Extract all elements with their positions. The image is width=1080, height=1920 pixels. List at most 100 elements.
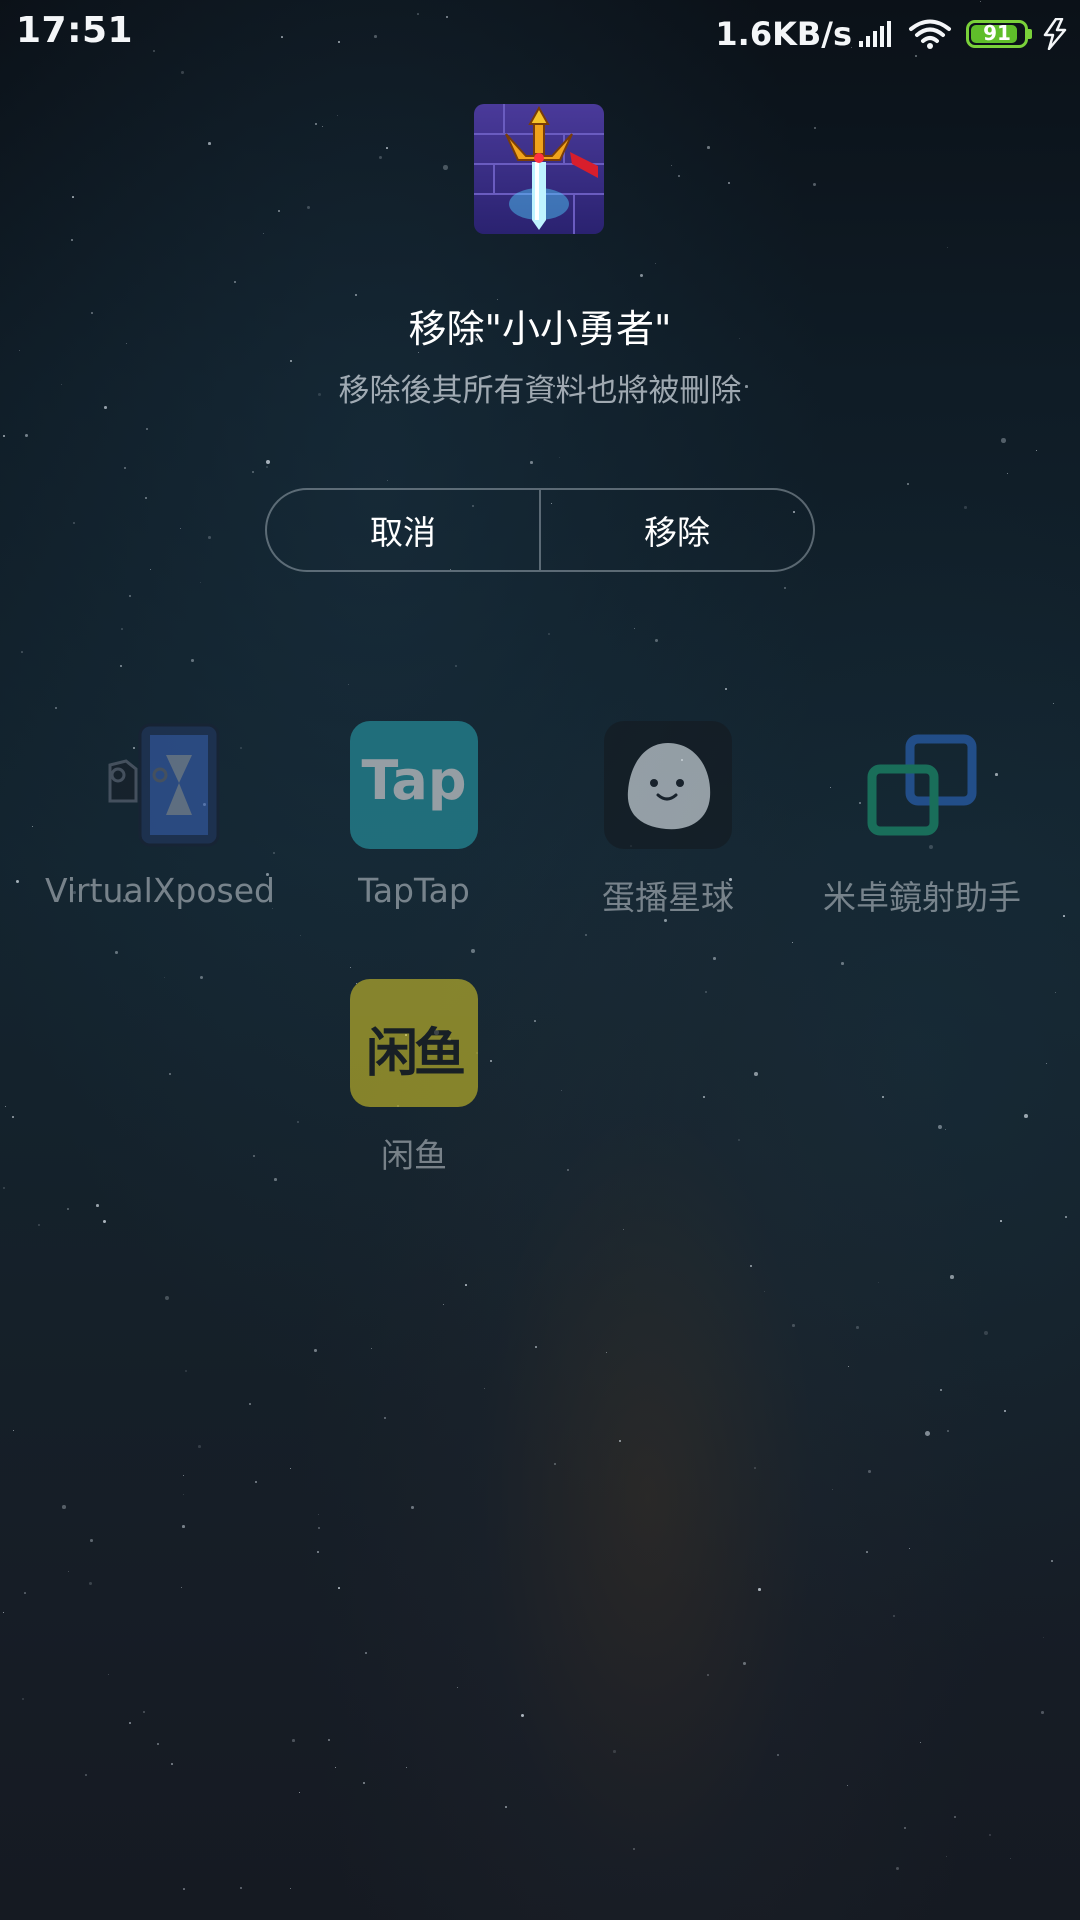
star xyxy=(1053,703,1055,705)
star xyxy=(103,1220,106,1223)
star xyxy=(67,1208,70,1211)
star xyxy=(1046,1063,1048,1065)
star xyxy=(318,1514,320,1516)
star xyxy=(337,115,339,117)
star xyxy=(181,1587,183,1589)
battery-icon: 91 xyxy=(966,20,1032,48)
star xyxy=(318,1527,321,1530)
virtualxposed-icon xyxy=(96,721,224,849)
star xyxy=(290,1468,292,1470)
star xyxy=(350,967,352,969)
star xyxy=(792,942,794,944)
star xyxy=(713,957,716,960)
star xyxy=(984,1331,989,1336)
star xyxy=(21,651,23,653)
star xyxy=(62,1505,66,1509)
star xyxy=(290,1888,292,1890)
star xyxy=(355,294,358,297)
star xyxy=(938,1125,942,1129)
star xyxy=(878,1282,880,1284)
star xyxy=(707,146,710,149)
star xyxy=(1000,1220,1002,1222)
star xyxy=(198,1445,201,1448)
star xyxy=(38,1224,41,1227)
app-egg-planet[interactable]: 蛋播星球 xyxy=(548,721,788,919)
star xyxy=(567,1169,570,1172)
star xyxy=(263,233,265,235)
star xyxy=(940,1389,942,1391)
star xyxy=(521,1714,525,1718)
app-label: 米卓鏡射助手 xyxy=(823,878,1021,917)
star xyxy=(307,206,310,209)
star xyxy=(32,826,34,828)
star xyxy=(240,1887,243,1890)
star xyxy=(946,1856,948,1858)
star xyxy=(208,536,211,539)
star xyxy=(72,196,74,198)
app-virtualxposed[interactable]: VirtualXposed xyxy=(40,721,280,910)
star xyxy=(183,1475,185,1477)
star xyxy=(907,483,910,486)
app-taptap[interactable]: Tap TapTap xyxy=(294,721,534,910)
star xyxy=(274,1178,277,1181)
star xyxy=(266,466,268,468)
star xyxy=(1065,1216,1068,1219)
xianyu-icon: 闲鱼 xyxy=(350,979,478,1107)
star xyxy=(664,919,667,922)
starry-wallpaper xyxy=(0,0,1080,1920)
star xyxy=(465,1284,467,1286)
star xyxy=(387,480,389,482)
charging-icon xyxy=(1043,18,1067,50)
star xyxy=(945,1129,947,1131)
star xyxy=(24,1592,26,1594)
app-label: 闲鱼 xyxy=(381,1136,447,1175)
star xyxy=(619,1440,622,1443)
star xyxy=(290,360,292,362)
star xyxy=(530,461,533,464)
star xyxy=(89,1582,92,1585)
star xyxy=(16,880,19,883)
star xyxy=(813,183,816,186)
network-speed: 1.6KB/s xyxy=(715,15,852,53)
star xyxy=(3,435,6,438)
star xyxy=(278,210,281,213)
app-label: VirtualXposed xyxy=(44,871,276,910)
dialog-message: 移除後其所有資料也將被刪除 xyxy=(338,373,742,409)
star xyxy=(947,1430,949,1432)
star xyxy=(200,582,202,584)
star xyxy=(129,595,132,598)
star xyxy=(165,1296,170,1301)
star xyxy=(3,1187,5,1189)
star xyxy=(989,1834,992,1837)
star xyxy=(13,1430,15,1432)
star xyxy=(893,1615,896,1618)
app-xianyu[interactable]: 闲鱼 闲鱼 xyxy=(294,979,534,1177)
star xyxy=(671,165,672,166)
star xyxy=(1043,1637,1045,1639)
star xyxy=(471,949,475,953)
star xyxy=(606,1352,608,1354)
app-label: 蛋播星球 xyxy=(602,878,734,917)
star xyxy=(1051,1560,1053,1562)
star xyxy=(73,522,76,525)
star xyxy=(866,1551,868,1553)
star xyxy=(484,1388,485,1389)
star xyxy=(108,1674,110,1676)
status-bar: 17:51 1.6KB/s 91 xyxy=(0,0,1080,66)
star xyxy=(954,1816,957,1819)
remove-button[interactable]: 移除 xyxy=(541,490,813,570)
star xyxy=(1041,1711,1044,1714)
star xyxy=(143,1711,145,1713)
star xyxy=(314,1349,317,1352)
star xyxy=(292,1739,295,1742)
mirror-assistant-icon xyxy=(858,721,986,849)
star xyxy=(181,71,184,74)
sword-game-icon xyxy=(474,104,604,234)
cancel-button[interactable]: 取消 xyxy=(267,490,539,570)
star xyxy=(1063,915,1065,917)
star xyxy=(705,991,707,993)
app-mirror-assistant[interactable]: 米卓鏡射助手 xyxy=(802,721,1042,919)
star xyxy=(164,977,166,979)
star xyxy=(22,1698,25,1701)
star xyxy=(371,1348,373,1350)
